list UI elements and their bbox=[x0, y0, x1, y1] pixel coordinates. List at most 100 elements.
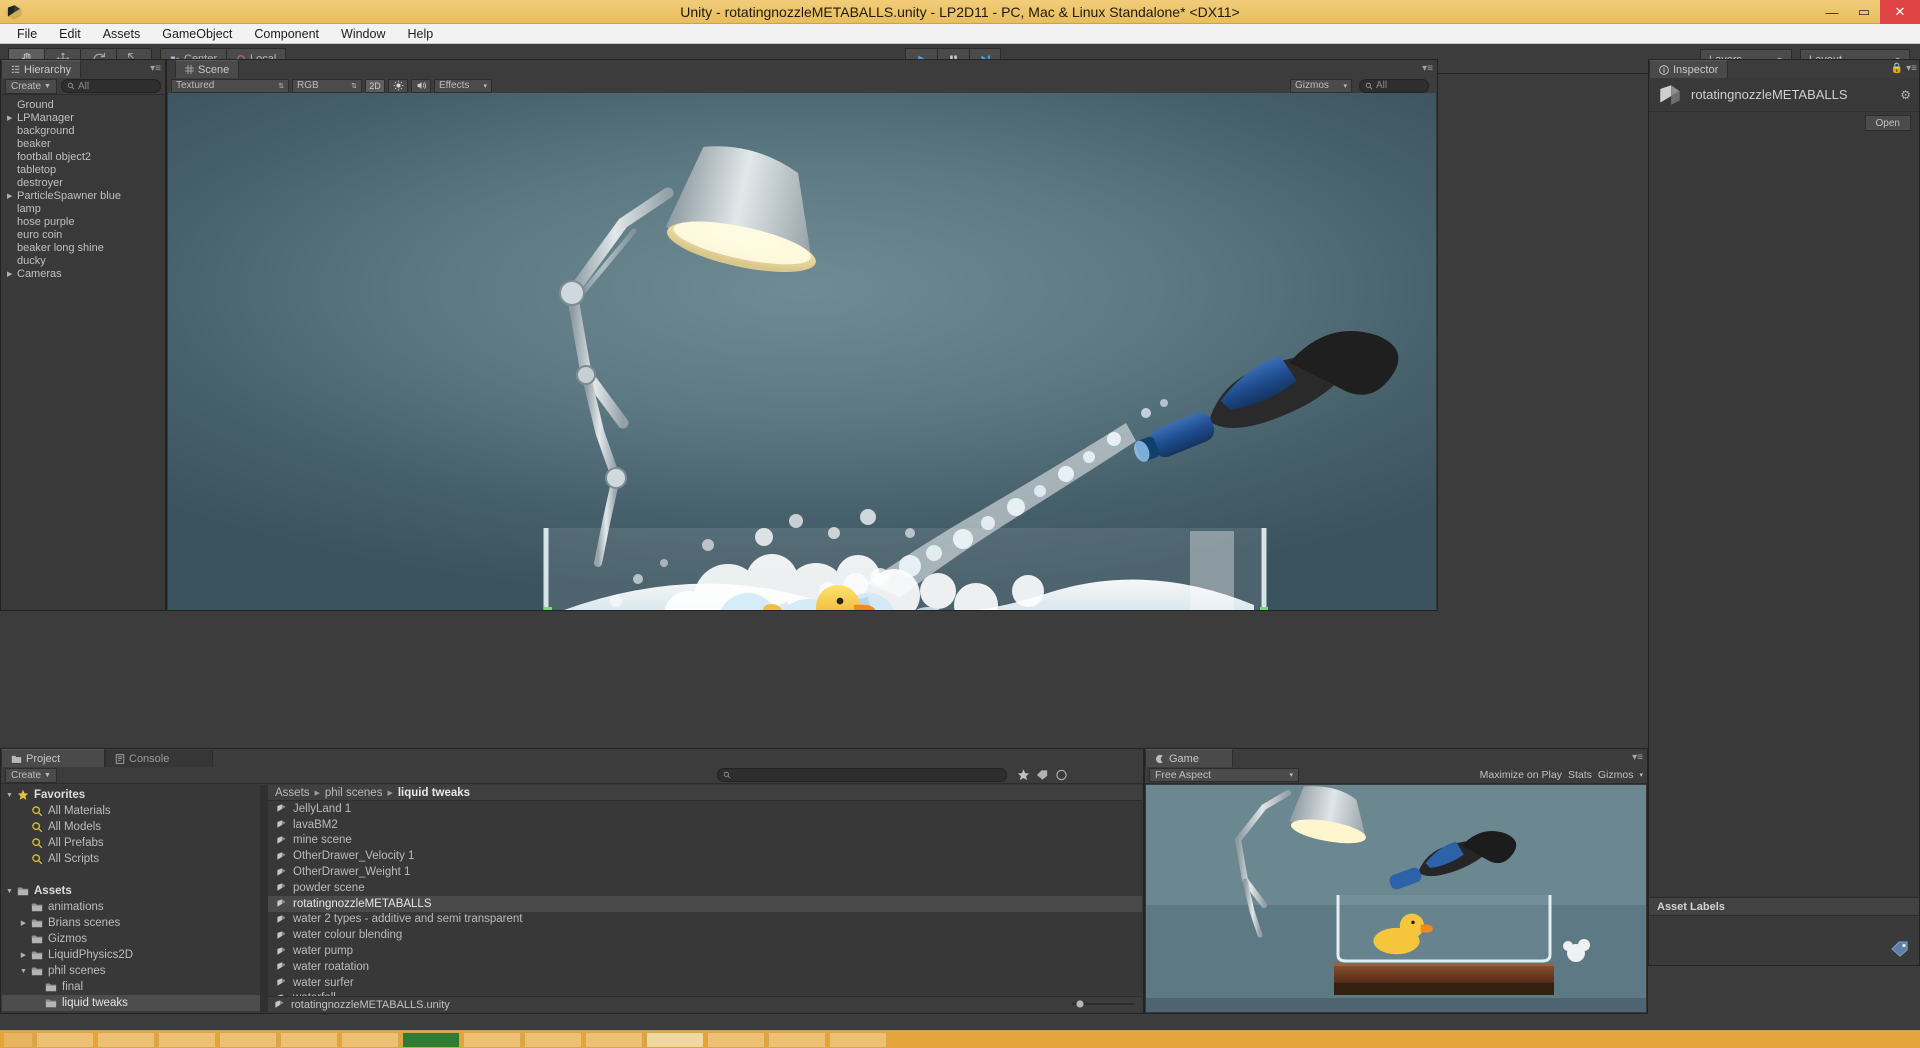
taskbar-item[interactable] bbox=[36, 1032, 94, 1048]
project-tree-item[interactable]: ▼Assets bbox=[2, 883, 260, 899]
asset-list-item[interactable]: water roatation bbox=[268, 959, 1142, 975]
game-aspect-dropdown[interactable]: Free Aspect ▾ bbox=[1149, 768, 1299, 782]
project-tree-item[interactable]: ▼Favorites bbox=[2, 787, 260, 803]
scene-lighting-toggle[interactable] bbox=[388, 79, 408, 93]
hierarchy-item[interactable]: ▶Cameras bbox=[1, 267, 165, 280]
asset-list-item[interactable]: water pump bbox=[268, 943, 1142, 959]
hierarchy-item[interactable]: ▶Ground bbox=[1, 98, 165, 111]
minimize-button[interactable]: — bbox=[1816, 0, 1848, 24]
game-gizmos-dropdown[interactable]: Gizmos bbox=[1598, 769, 1634, 781]
project-create-button[interactable]: Create ▼ bbox=[5, 768, 57, 783]
asset-list-item[interactable]: powder scene bbox=[268, 880, 1142, 896]
menu-item-assets[interactable]: Assets bbox=[92, 24, 152, 44]
chevron-right-icon[interactable]: ▶ bbox=[7, 192, 17, 200]
taskbar-item[interactable] bbox=[829, 1032, 887, 1048]
project-tree-item[interactable]: ▼phil scenes bbox=[2, 963, 260, 979]
menu-item-component[interactable]: Component bbox=[243, 24, 330, 44]
chevron-down-icon[interactable]: ▾ bbox=[1639, 771, 1643, 779]
menu-item-window[interactable]: Window bbox=[330, 24, 396, 44]
tab-project[interactable]: Project bbox=[1, 749, 105, 767]
chevron-right-icon[interactable]: ▶ bbox=[7, 270, 17, 278]
hierarchy-item[interactable]: ▶beaker long shine bbox=[1, 241, 165, 254]
taskbar-item[interactable] bbox=[402, 1032, 460, 1048]
project-tree-item[interactable]: ▶All Models bbox=[2, 819, 260, 835]
scene-effects-dropdown[interactable]: Effects ▾ bbox=[434, 79, 492, 93]
hierarchy-item[interactable]: ▶football object2 bbox=[1, 150, 165, 163]
tab-hierarchy[interactable]: Hierarchy bbox=[1, 60, 81, 78]
project-tree-item[interactable]: ▶ bbox=[2, 867, 260, 883]
os-taskbar[interactable] bbox=[0, 1030, 1920, 1048]
asset-list-item[interactable]: JellyLand 1 bbox=[268, 801, 1142, 817]
taskbar-item[interactable] bbox=[463, 1032, 521, 1048]
taskbar-item[interactable] bbox=[341, 1032, 399, 1048]
hierarchy-item[interactable]: ▶euro coin bbox=[1, 228, 165, 241]
filter-star-icon[interactable] bbox=[1017, 769, 1030, 781]
taskbar-item[interactable] bbox=[646, 1032, 704, 1048]
breadcrumb-item[interactable]: liquid tweaks bbox=[398, 787, 470, 799]
stats-toggle[interactable]: Stats bbox=[1568, 769, 1592, 781]
chevron-down-icon[interactable]: ▼ bbox=[18, 968, 29, 975]
project-tree-item[interactable]: ▶liquid tweaks bbox=[2, 995, 260, 1011]
hierarchy-item[interactable]: ▶hose purple bbox=[1, 215, 165, 228]
taskbar-item[interactable] bbox=[524, 1032, 582, 1048]
asset-list[interactable]: JellyLand 1lavaBM2mine sceneOtherDrawer_… bbox=[268, 801, 1142, 996]
maximize-button[interactable]: ▭ bbox=[1848, 0, 1880, 24]
asset-list-item[interactable]: water surfer bbox=[268, 975, 1142, 991]
breadcrumb-item[interactable]: Assets bbox=[275, 787, 310, 799]
taskbar-item[interactable] bbox=[219, 1032, 277, 1048]
maximize-on-play-toggle[interactable]: Maximize on Play bbox=[1480, 769, 1562, 781]
zoom-slider[interactable] bbox=[1072, 1000, 1134, 1008]
menu-item-file[interactable]: File bbox=[6, 24, 48, 44]
menu-item-help[interactable]: Help bbox=[396, 24, 444, 44]
type-filter-icon[interactable] bbox=[1055, 769, 1068, 781]
project-tree-item[interactable]: ▶All Scripts bbox=[2, 851, 260, 867]
asset-list-item[interactable]: OtherDrawer_Weight 1 bbox=[268, 864, 1142, 880]
hierarchy-item[interactable]: ▶destroyer bbox=[1, 176, 165, 189]
taskbar-item[interactable] bbox=[97, 1032, 155, 1048]
hierarchy-item[interactable]: ▶LPManager bbox=[1, 111, 165, 124]
asset-list-item[interactable]: water colour blending bbox=[268, 927, 1142, 943]
hierarchy-create-button[interactable]: Create ▼ bbox=[5, 79, 57, 94]
taskbar-item[interactable] bbox=[280, 1032, 338, 1048]
hierarchy-panel-menu-icon[interactable]: ▾≡ bbox=[150, 63, 161, 74]
scene-draw-mode-dropdown[interactable]: Textured ⇅ bbox=[171, 79, 289, 93]
tag-icon[interactable] bbox=[1891, 941, 1909, 957]
project-tree-item[interactable]: ▶Brians scenes bbox=[2, 915, 260, 931]
hierarchy-item[interactable]: ▶ducky bbox=[1, 254, 165, 267]
tab-game[interactable]: Game bbox=[1145, 749, 1233, 767]
taskbar-item[interactable] bbox=[158, 1032, 216, 1048]
label-filter-icon[interactable] bbox=[1036, 769, 1049, 781]
project-folder-tree[interactable]: ▼Favorites▶All Materials▶All Models▶All … bbox=[2, 785, 260, 1012]
chevron-right-icon[interactable]: ▶ bbox=[18, 919, 29, 927]
hierarchy-item[interactable]: ▶beaker bbox=[1, 137, 165, 150]
asset-list-item[interactable]: OtherDrawer_Velocity 1 bbox=[268, 848, 1142, 864]
taskbar-item[interactable] bbox=[585, 1032, 643, 1048]
project-tree-item[interactable]: ▶LiquidPhysics2D bbox=[2, 947, 260, 963]
hierarchy-item[interactable]: ▶background bbox=[1, 124, 165, 137]
scene-search-input[interactable]: All bbox=[1359, 79, 1429, 93]
menu-item-edit[interactable]: Edit bbox=[48, 24, 92, 44]
chevron-right-icon[interactable]: ▶ bbox=[7, 114, 17, 122]
game-panel-menu-icon[interactable]: ▾≡ bbox=[1632, 752, 1643, 763]
scene-color-mode-dropdown[interactable]: RGB ⇅ bbox=[292, 79, 362, 93]
taskbar-item[interactable] bbox=[3, 1032, 33, 1048]
chevron-down-icon[interactable]: ▼ bbox=[4, 792, 15, 799]
asset-list-item[interactable]: lavaBM2 bbox=[268, 817, 1142, 833]
scene-2d-toggle[interactable]: 2D bbox=[365, 79, 385, 93]
scene-gizmos-dropdown[interactable]: Gizmos ▾ bbox=[1290, 79, 1352, 93]
close-button[interactable]: ✕ bbox=[1880, 0, 1920, 24]
inspector-panel-menu-icon[interactable]: 🔒 ▾≡ bbox=[1891, 63, 1917, 74]
menu-item-gameobject[interactable]: GameObject bbox=[151, 24, 243, 44]
project-splitter[interactable] bbox=[260, 785, 268, 1012]
project-tree-item[interactable]: ▶All Prefabs bbox=[2, 835, 260, 851]
project-tree-item[interactable]: ▶Gizmos bbox=[2, 931, 260, 947]
hierarchy-item[interactable]: ▶ParticleSpawner blue bbox=[1, 189, 165, 202]
game-viewport[interactable] bbox=[1146, 785, 1646, 1012]
asset-list-item[interactable]: rotatingnozzleMETABALLS bbox=[268, 896, 1142, 912]
asset-list-item[interactable]: mine scene bbox=[268, 833, 1142, 849]
chevron-down-icon[interactable]: ▼ bbox=[4, 888, 15, 895]
scene-audio-toggle[interactable] bbox=[411, 79, 431, 93]
open-button[interactable]: Open bbox=[1865, 115, 1911, 131]
hierarchy-search-input[interactable]: All bbox=[61, 79, 161, 93]
scene-viewport[interactable]: 1 Physical Liquid bbox=[168, 93, 1436, 610]
